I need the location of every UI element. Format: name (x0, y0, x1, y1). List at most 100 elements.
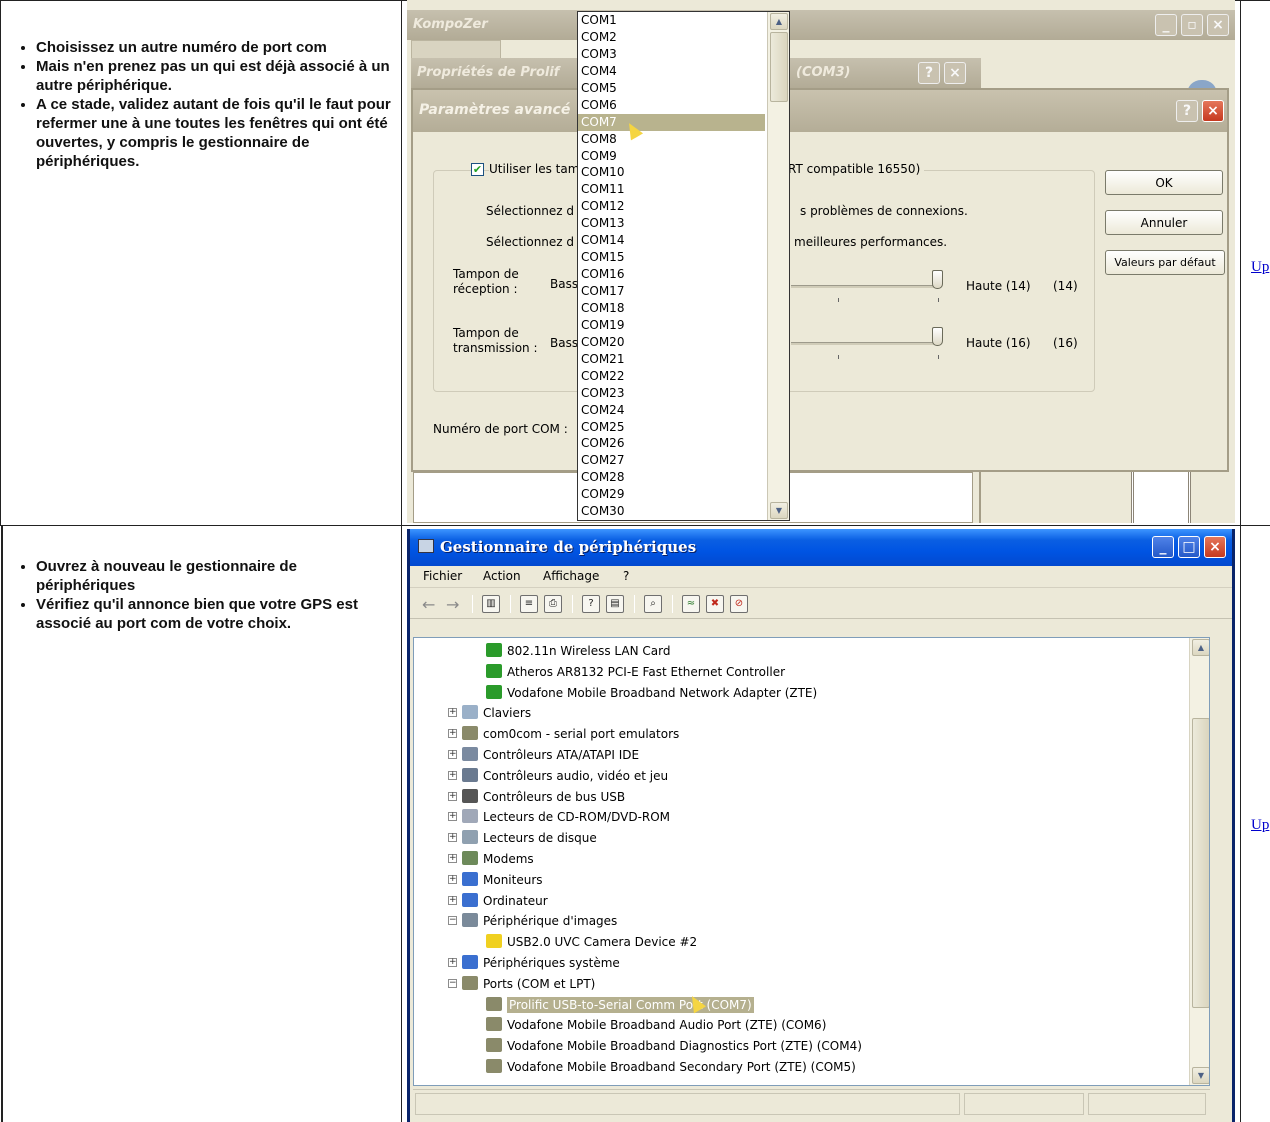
dialog-close-button[interactable]: × (1202, 100, 1224, 122)
row2-up-link[interactable]: Up (1251, 817, 1269, 834)
use-fifo-checkbox[interactable]: ✔ (471, 163, 484, 176)
collapse-icon[interactable]: − (448, 978, 457, 988)
com-option[interactable]: COM26 (578, 435, 765, 452)
view-icon[interactable]: ▤ (606, 595, 624, 613)
tree-item[interactable]: Vodafone Mobile Broadband Audio Port (ZT… (486, 1015, 826, 1035)
tree-item[interactable]: USB2.0 UVC Camera Device #2 (486, 932, 697, 952)
com-option[interactable]: COM21 (578, 351, 765, 368)
properties-close-button[interactable]: × (944, 62, 966, 84)
expand-icon[interactable]: + (448, 791, 457, 801)
tree-item[interactable]: Contrôleurs ATA/ATAPI IDE (462, 745, 639, 765)
expand-icon[interactable]: + (448, 770, 457, 780)
maximize-button[interactable]: □ (1178, 536, 1200, 558)
kompozer-maximize-button[interactable]: ▫ (1181, 14, 1203, 36)
kompozer-minimize-button[interactable]: _ (1155, 14, 1177, 36)
expand-icon[interactable]: + (448, 854, 457, 863)
device-tree-scroll-thumb[interactable] (1192, 718, 1209, 1008)
com-option[interactable]: COM16 (578, 266, 765, 283)
com-dropdown-scroll-thumb[interactable] (770, 32, 788, 102)
tree-item[interactable]: Contrôleurs de bus USB (462, 787, 625, 807)
minimize-button[interactable]: _ (1152, 536, 1174, 558)
com-option[interactable]: COM10 (578, 164, 765, 181)
defaults-button[interactable]: Valeurs par défaut (1105, 250, 1225, 275)
com-option[interactable]: COM25 (578, 419, 765, 436)
print-icon[interactable]: ⎙ (544, 595, 562, 613)
scroll-up-arrow-icon[interactable]: ▲ (770, 13, 788, 30)
help-icon[interactable]: ? (582, 595, 600, 613)
com-option[interactable]: COM19 (578, 317, 765, 334)
menu-help[interactable]: ? (623, 569, 629, 583)
tree-item[interactable]: Contrôleurs audio, vidéo et jeu (462, 766, 668, 786)
tx-buffer-slider-thumb[interactable] (932, 327, 943, 346)
tree-item[interactable]: Vodafone Mobile Broadband Network Adapte… (486, 683, 817, 703)
com-option[interactable]: COM9 (578, 148, 765, 165)
tree-item[interactable]: Lecteurs de disque (462, 828, 597, 848)
tree-item[interactable]: Périphérique d'images (462, 911, 617, 931)
expand-icon[interactable]: + (448, 958, 457, 967)
close-button[interactable]: × (1204, 536, 1226, 558)
com-option[interactable]: COM4 (578, 63, 765, 80)
forward-arrow-icon[interactable]: → (446, 595, 459, 614)
com-option[interactable]: COM24 (578, 402, 765, 419)
scan-hardware-icon[interactable]: ⌕ (644, 595, 662, 613)
tree-item[interactable]: Ordinateur (462, 891, 548, 911)
console-tree-icon[interactable]: ▥ (482, 595, 500, 613)
back-arrow-icon[interactable]: ← (422, 595, 435, 614)
tree-item[interactable]: Claviers (462, 703, 531, 723)
com-dropdown-scrollbar[interactable]: ▲ ▼ (767, 12, 789, 520)
tree-item[interactable]: Périphériques système (462, 953, 620, 973)
com-option[interactable]: COM3 (578, 46, 765, 63)
menu-fichier[interactable]: Fichier (423, 569, 462, 583)
com-option[interactable]: COM27 (578, 452, 765, 469)
com-option[interactable]: COM28 (578, 469, 765, 486)
com-option[interactable]: COM11 (578, 181, 765, 198)
tree-item[interactable]: Prolific USB-to-Serial Comm Port (COM7) (486, 995, 754, 1015)
menu-affichage[interactable]: Affichage (543, 569, 599, 583)
row1-up-link[interactable]: Up (1251, 259, 1269, 276)
com-option[interactable]: COM14 (578, 232, 765, 249)
scroll-down-arrow-icon[interactable]: ▼ (1192, 1067, 1209, 1084)
com-option[interactable]: COM15 (578, 249, 765, 266)
tree-item[interactable]: Vodafone Mobile Broadband Diagnostics Po… (486, 1036, 862, 1056)
com-option[interactable]: COM30 (578, 503, 765, 520)
rx-buffer-slider-thumb[interactable] (932, 270, 943, 289)
expand-icon[interactable]: + (448, 895, 457, 905)
dialog-help-button[interactable]: ? (1176, 100, 1198, 122)
tree-item[interactable]: 802.11n Wireless LAN Card (486, 641, 670, 661)
com-option[interactable]: COM1 (578, 12, 765, 29)
update-driver-icon[interactable]: ≈ (682, 595, 700, 613)
com-option[interactable]: COM18 (578, 300, 765, 317)
com-port-dropdown-list[interactable]: COM1 COM2 COM3 COM4 COM5 COM6 COM7 COM8 COM9 COM1… (577, 11, 790, 521)
kompozer-close-button[interactable]: × (1207, 14, 1229, 36)
expand-icon[interactable]: + (448, 833, 457, 843)
com-option[interactable]: COM13 (578, 215, 765, 232)
com-option[interactable]: COM20 (578, 334, 765, 351)
scroll-down-arrow-icon[interactable]: ▼ (770, 502, 788, 519)
tree-item[interactable]: Atheros AR8132 PCI-E Fast Ethernet Contr… (486, 662, 785, 682)
tree-item[interactable]: Lecteurs de CD-ROM/DVD-ROM (462, 807, 670, 827)
tree-item[interactable]: Moniteurs (462, 870, 543, 890)
expand-icon[interactable]: + (448, 729, 457, 739)
uninstall-device-icon[interactable]: ⊘ (730, 595, 748, 613)
expand-icon[interactable]: + (448, 708, 457, 718)
com-option[interactable]: COM29 (578, 486, 765, 503)
scroll-up-arrow-icon[interactable]: ▲ (1192, 639, 1209, 656)
disable-device-icon[interactable]: ✖ (706, 595, 724, 613)
com-option[interactable]: COM6 (578, 97, 765, 114)
properties-help-button[interactable]: ? (918, 62, 940, 84)
expand-icon[interactable]: + (448, 750, 457, 759)
com-option[interactable]: COM23 (578, 385, 765, 402)
properties-icon[interactable]: ≡ (520, 595, 538, 613)
tree-item[interactable]: Vodafone Mobile Broadband Secondary Port… (486, 1057, 856, 1077)
device-tree-scrollbar[interactable]: ▲ ▼ (1189, 638, 1209, 1085)
menu-action[interactable]: Action (483, 569, 521, 583)
tree-item[interactable]: Ports (COM et LPT) (462, 974, 595, 994)
com-option[interactable]: COM5 (578, 80, 765, 97)
ok-button[interactable]: OK (1105, 170, 1223, 195)
com-option[interactable]: COM8 (578, 131, 765, 148)
tree-item[interactable]: com0com - serial port emulators (462, 724, 679, 744)
expand-icon[interactable]: + (448, 874, 457, 884)
cancel-button[interactable]: Annuler (1105, 210, 1223, 235)
collapse-icon[interactable]: − (448, 916, 457, 926)
expand-icon[interactable]: + (448, 812, 457, 822)
